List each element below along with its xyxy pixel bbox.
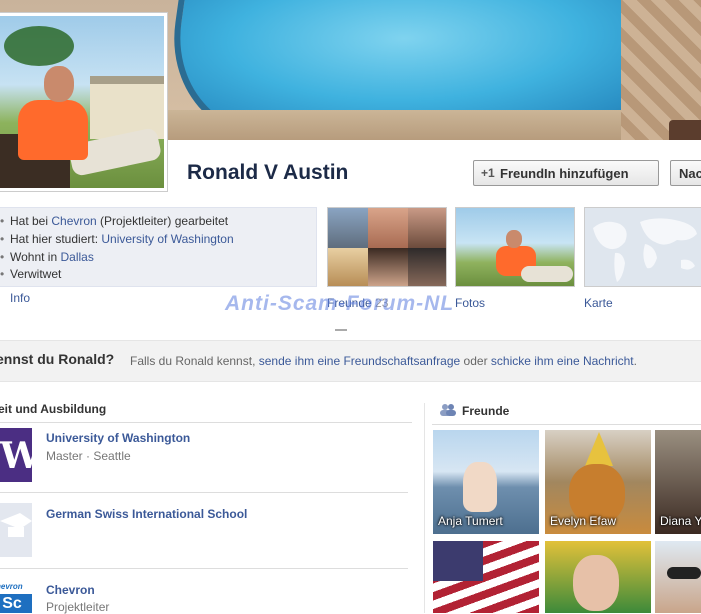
chevron-logo[interactable]: hevron Sc [0,580,32,613]
info-lives: • Wohnt in Dallas [0,250,94,264]
photos-thumb-label[interactable]: Fotos [455,296,485,310]
friend-name: Diana Y [660,514,701,528]
know-title: ennst du Ronald? [0,351,115,367]
friend-tile[interactable]: Diana Y [655,430,701,534]
add-friend-label: FreundIn hinzufügen [500,166,629,181]
divider [0,568,408,569]
party-hat [585,432,613,466]
friend-tile[interactable] [545,541,651,613]
profile-picture-image [0,16,164,188]
divider [0,422,412,423]
city-link[interactable]: Dallas [60,250,93,264]
school-placeholder-icon[interactable] [0,503,32,557]
flag-canton [433,541,483,581]
photo-person-head [506,230,522,248]
friends-heading: Freunde [462,404,510,418]
friend-photo [573,555,619,611]
deck-tiles [621,0,701,140]
bullet: • [0,232,5,246]
friend-thumb [408,208,446,248]
friend-name: Evelyn Efaw [550,514,617,528]
add-friend-icon: +1 [481,166,495,180]
info-study: • Hat hier studiert: University of Washin… [0,232,234,246]
education-title[interactable]: University of Washington [46,431,190,445]
photos-thumbnail[interactable] [455,207,575,287]
school-link[interactable]: University of Washington [101,232,233,246]
graduation-cap-icon [0,513,32,537]
info-relationship: • Verwitwet [0,267,62,281]
bullet: • [0,214,5,228]
friends-icon [440,404,456,416]
divider [0,492,408,493]
friend-photo [463,462,497,512]
sunglasses [667,567,701,579]
divider [432,424,701,425]
add-friend-button[interactable]: +1 FreundIn hinzufügen [473,160,659,186]
photo-person-legs [521,266,573,282]
know-text: Falls du Ronald kennst, sende ihm eine F… [130,354,637,368]
education-title[interactable]: German Swiss International School [46,507,247,521]
friend-thumb [328,248,368,286]
friend-name: Anja Tumert [438,514,503,528]
profile-picture[interactable] [0,12,168,192]
education-title[interactable]: Chevron [46,583,95,597]
send-friend-request-link[interactable]: sende ihm eine Freundschaftsanfrage [259,354,460,368]
chevron-logo-text: hevron [0,582,23,591]
scroll-indicator [335,329,347,331]
chevron-logo-block: Sc [0,594,32,613]
person-shirt [18,100,88,160]
friend-thumb [368,208,408,248]
friend-tile[interactable] [655,541,701,613]
deck-chair [669,120,701,140]
friend-tile[interactable] [433,541,539,613]
bullet: • [0,267,5,281]
friend-thumb [328,208,368,248]
friend-tile[interactable]: Evelyn Efaw [545,430,651,534]
education-subtitle: Projektleiter [46,600,110,614]
map-thumbnail[interactable] [584,207,701,287]
friend-tile[interactable]: Anja Tumert [433,430,539,534]
message-button[interactable]: Nac [670,160,701,186]
map-thumb-label[interactable]: Karte [584,296,613,310]
friends-thumbnail[interactable] [327,207,447,287]
info-link[interactable]: Info [10,291,30,305]
friend-thumb [368,248,408,286]
education-heading: eit und Ausbildung [0,402,107,416]
info-work: • Hat bei Chevron (Projektleiter) gearbei… [0,214,229,228]
uw-logo[interactable]: W [0,428,40,482]
company-link[interactable]: Chevron [51,214,96,228]
send-message-link[interactable]: schicke ihm eine Nachricht [491,354,634,368]
education-subtitle: Master · Seattle [46,449,131,463]
world-map-icon [593,218,697,282]
person-head [44,66,74,102]
friend-thumb [408,248,446,286]
palm-tree [4,26,74,66]
bullet: • [0,250,5,264]
column-divider [424,403,425,613]
watermark: Anti-Scam-Forum-NL [225,292,455,315]
message-label: Nac [679,166,701,181]
profile-name: Ronald V Austin [187,161,349,184]
